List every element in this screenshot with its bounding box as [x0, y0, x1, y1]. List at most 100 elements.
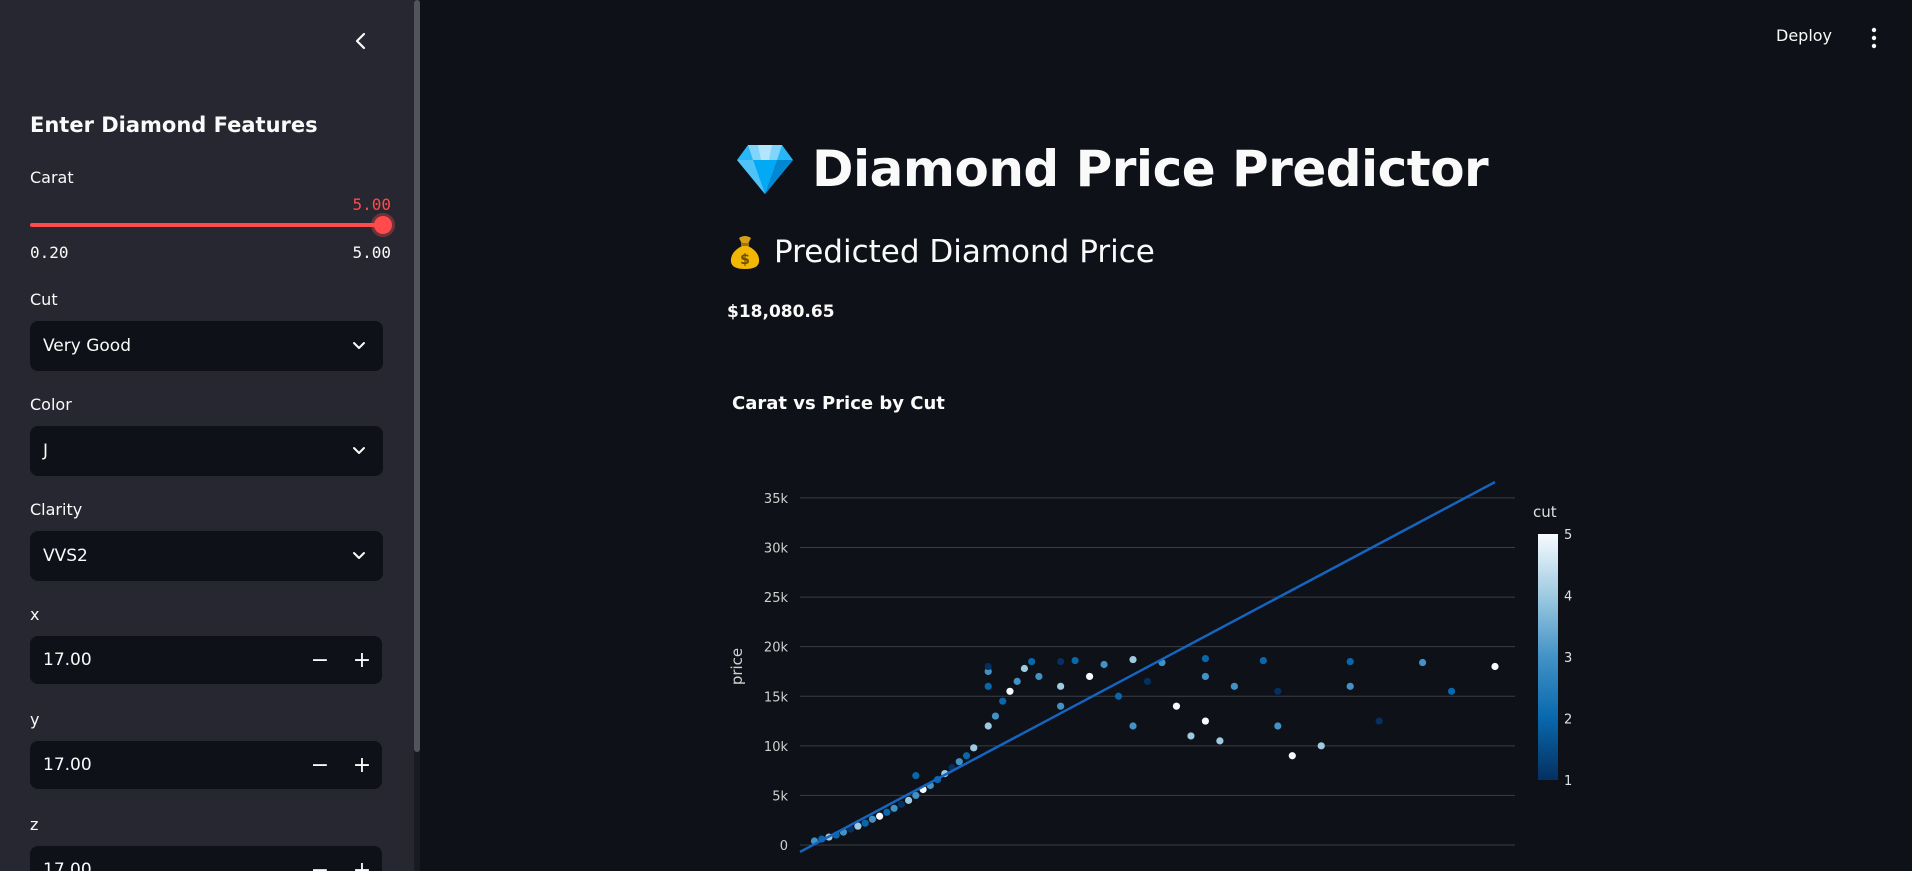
scatter-point: [868, 815, 876, 823]
scatter-point: [1419, 658, 1427, 667]
y-tick-label: 25k: [764, 591, 789, 606]
scatter-point: [970, 744, 978, 752]
subtitle-row: $ Predicted Diamond Price: [728, 234, 1155, 270]
svg-text:$: $: [740, 252, 750, 268]
scatter-point: [1346, 657, 1354, 666]
gem-icon: [737, 145, 793, 194]
sidebar: Enter Diamond Features Carat 5.00 0.20 5…: [0, 0, 414, 871]
y-number-input: − +: [30, 741, 382, 789]
chevron-down-icon: [353, 447, 365, 454]
cut-selected-value: Very Good: [43, 336, 131, 356]
clarity-select[interactable]: VVS2: [30, 531, 383, 581]
scatter-point: [912, 771, 920, 780]
carat-slider-track[interactable]: [30, 223, 383, 227]
predicted-price: $18,080.65: [727, 302, 835, 322]
scatter-point: [1216, 737, 1224, 745]
y-tick-label: 35k: [764, 492, 789, 507]
scatter-point: [1057, 682, 1065, 690]
sidebar-scrollbar-thumb[interactable]: [414, 0, 420, 752]
scatter-point: [1035, 672, 1043, 681]
scatter-point: [861, 819, 869, 827]
carat-slider[interactable]: 5.00 0.20 5.00: [30, 195, 392, 265]
scatter-point: [1201, 672, 1210, 681]
scatter-point: [1143, 677, 1152, 685]
cut-select[interactable]: Very Good: [30, 321, 383, 371]
colorbar-tick-label: 5: [1564, 528, 1572, 543]
y-tick-label: 20k: [764, 641, 789, 656]
chevron-down-icon: [353, 552, 365, 559]
scatter-point: [1274, 722, 1282, 730]
colorbar-title: cut: [1533, 503, 1557, 521]
colorbar: [1538, 534, 1558, 780]
scatter-point: [1129, 655, 1137, 664]
scatter-point: [1201, 654, 1210, 663]
scatter-point: [1201, 717, 1210, 725]
scatter-point: [1057, 702, 1065, 710]
scatter-point: [897, 800, 905, 808]
y-tick-label: 0: [780, 839, 788, 854]
scatter-point: [1114, 692, 1123, 700]
sidebar-scrollbar[interactable]: [414, 0, 420, 871]
color-selected-value: J: [43, 441, 49, 461]
scatter-point: [1187, 732, 1195, 740]
scatter-point: [1028, 657, 1036, 666]
x-input[interactable]: [30, 649, 295, 671]
section-subtitle: Predicted Diamond Price: [774, 234, 1155, 270]
y-tick-label: 10k: [764, 740, 789, 755]
scatter-point: [1100, 660, 1108, 669]
collapse-sidebar-button[interactable]: [348, 28, 374, 54]
scatter-point: [991, 712, 1000, 720]
main-menu-button[interactable]: [1864, 26, 1884, 54]
deploy-button[interactable]: Deploy: [1776, 26, 1832, 45]
z-number-input: − +: [30, 846, 382, 871]
scatter-point: [1274, 687, 1282, 695]
scatter-point: [1288, 752, 1296, 760]
more-vertical-icon: [1871, 27, 1877, 49]
clarity-label: Clarity: [30, 500, 83, 519]
carat-value: 5.00: [352, 195, 391, 214]
colorbar-tick-label: 4: [1564, 590, 1572, 605]
scatter-point: [1129, 722, 1137, 730]
scatter-point: [1447, 687, 1456, 695]
y-tick-label: 15k: [764, 690, 789, 705]
money-bag-icon: $: [730, 236, 760, 269]
y-increment-button[interactable]: +: [342, 741, 382, 789]
color-label: Color: [30, 395, 72, 414]
x-label: x: [30, 605, 40, 624]
scatter-point: [1006, 687, 1014, 695]
scatter-point: [984, 722, 992, 730]
carat-min: 0.20: [30, 243, 69, 262]
x-decrement-button[interactable]: −: [300, 636, 340, 684]
scatter-point: [955, 758, 963, 766]
chevron-left-icon: [355, 32, 366, 50]
colorbar-tick-label: 2: [1564, 713, 1572, 728]
scatter-point: [1346, 682, 1354, 690]
page-title: Diamond Price Predictor: [812, 140, 1489, 198]
y-tick-label: 5k: [772, 789, 788, 804]
z-input[interactable]: [30, 859, 295, 871]
x-increment-button[interactable]: +: [342, 636, 382, 684]
z-label: z: [30, 815, 39, 834]
y-decrement-button[interactable]: −: [300, 741, 340, 789]
scatter-point: [984, 662, 992, 671]
scatter-point: [1491, 662, 1499, 671]
y-axis-label: price: [728, 648, 746, 685]
carat-label: Carat: [30, 168, 74, 187]
scatter-chart: 0 5k 10k 15k 20k 25k 30k 35k price cut 1 2 3 4 5: [728, 480, 1572, 854]
trend-line: [799, 480, 1496, 854]
scatter-point: [999, 697, 1007, 705]
chevron-down-icon: [353, 342, 365, 349]
scatter-point: [1172, 702, 1181, 710]
scatter-point: [1259, 656, 1267, 665]
carat-max: 5.00: [352, 243, 391, 262]
z-increment-button[interactable]: +: [342, 846, 382, 871]
z-decrement-button[interactable]: −: [300, 846, 340, 871]
y-label: y: [30, 710, 40, 729]
color-select[interactable]: J: [30, 426, 383, 476]
y-input[interactable]: [30, 754, 295, 776]
carat-slider-handle[interactable]: [374, 216, 392, 234]
scatter-point: [1020, 664, 1029, 673]
scatter-point: [1230, 682, 1238, 690]
scatter-point: [1085, 672, 1094, 681]
chart-title: Carat vs Price by Cut: [732, 393, 945, 414]
